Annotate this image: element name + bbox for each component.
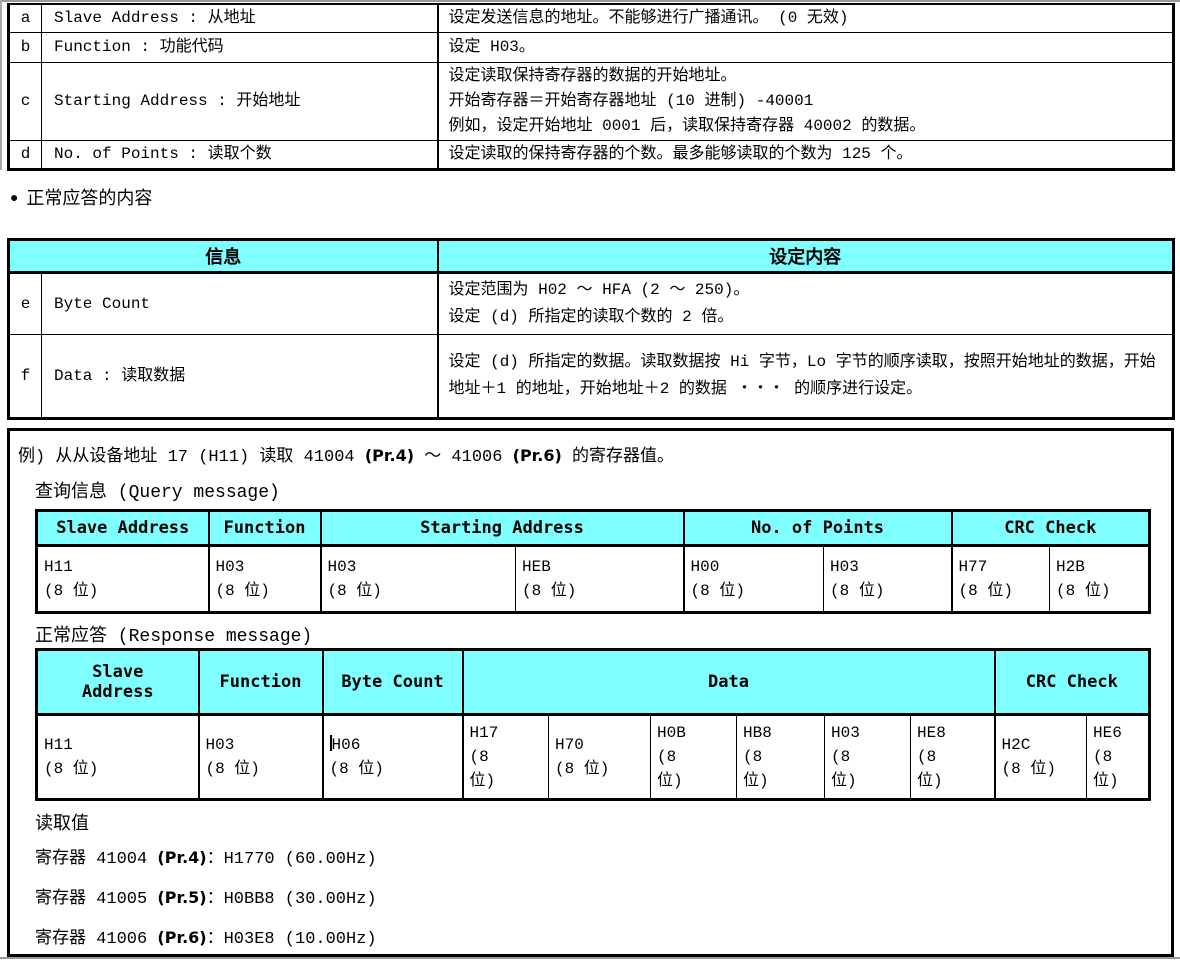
field-description: 设定发送信息的地址。不能够进行广播通讯。 (0 无效) [438,4,1174,33]
header-data: Data [463,650,995,715]
byte-cell: HE6(8 位) [1087,715,1150,800]
header-info: 信息 [9,240,438,273]
table-row: a Slave Address : 从地址 设定发送信息的地址。不能够进行广播通… [9,4,1174,33]
read-values-label: 读取值 [35,809,89,835]
field-label: No. of Points : 读取个数 [42,141,438,170]
parameter-ref: (Pr.6) [513,446,562,465]
byte-cell: HB8(8 位) [737,715,825,800]
table-header-row: 信息 设定内容 [9,240,1174,273]
field-label: Slave Address : 从地址 [42,4,438,33]
row-key: f [9,335,42,419]
table-header-row: Slave Address Function Starting Address … [37,511,1150,546]
row-key: b [9,33,42,63]
field-label: Starting Address : 开始地址 [42,63,438,141]
byte-cell: H0B(8 位) [651,715,737,800]
page-edge-top [0,0,1180,2]
example-title: 例) 从从设备地址 17 (H11) 读取 41004 (Pr.4) ～ 410… [18,441,674,467]
read-value-line: 寄存器 41005 (Pr.5)：H0BB8 (30.00Hz) [35,883,377,909]
byte-cell: H2B(8 位) [1050,546,1150,613]
read-value-line: 寄存器 41006 (Pr.6)：H03E8 (10.00Hz) [35,923,377,949]
header-setting-content: 设定内容 [438,240,1174,273]
field-description: 设定 H03。 [438,33,1174,63]
header-crc-check: CRC Check [952,511,1150,546]
bullet-icon: ● [10,191,18,207]
table-row: b Function : 功能代码 设定 H03。 [9,33,1174,63]
table-data-row: H11(8 位) H03(8 位) H03(8 位) HEB(8 位) H00(… [37,546,1150,613]
section-bullet-note: ● 正常应答的内容 [10,184,152,210]
field-description: 设定读取保持寄存器的数据的开始地址。 开始寄存器＝开始寄存器地址 (10 进制)… [438,63,1174,141]
parameter-ref: (Pr.6) [157,928,206,947]
parameter-ref: (Pr.4) [157,848,206,867]
field-description: 设定读取的保持寄存器的个数。最多能够读取的个数为 125 个。 [438,141,1174,170]
byte-cell: H11(8 位) [37,546,209,613]
byte-cell: H77(8 位) [952,546,1050,613]
byte-cell: H11(8 位) [37,715,199,800]
byte-cell: H03(8 位) [824,546,952,613]
table-row: e Byte Count 设定范围为 H02 ～ HFA (2 ～ 250)。 … [9,273,1174,335]
table-row: f Data : 读取数据 设定 (d) 所指定的数据。读取数据按 Hi 字节，… [9,335,1174,419]
header-slave-address: Slave Address [37,650,199,715]
byte-cell: H03(8 位) [209,546,321,613]
field-label: Function : 功能代码 [42,33,438,63]
page-edge-bottom [0,957,1180,959]
example-section-box: 例) 从从设备地址 17 (H11) 读取 41004 (Pr.4) ～ 410… [7,428,1174,957]
byte-cell: H00(8 位) [684,546,824,613]
header-starting-address: Starting Address [321,511,684,546]
table-row: d No. of Points : 读取个数 设定读取的保持寄存器的个数。最多能… [9,141,1174,170]
table-row: c Starting Address : 开始地址 设定读取保持寄存器的数据的开… [9,63,1174,141]
field-label: Data : 读取数据 [42,335,438,419]
page-edge-left [0,0,2,170]
header-slave-address: Slave Address [37,511,209,546]
byte-cell: H06(8 位) [323,715,463,800]
bullet-text: 正常应答的内容 [26,190,152,210]
field-label: Byte Count [42,273,438,335]
byte-cell: H17(8 位) [463,715,549,800]
query-message-fields-table: a Slave Address : 从地址 设定发送信息的地址。不能够进行广播通… [7,3,1175,171]
row-key: d [9,141,42,170]
field-description: 设定 (d) 所指定的数据。读取数据按 Hi 字节，Lo 字节的顺序读取，按照开… [438,335,1174,419]
row-key: a [9,4,42,33]
response-message-table: Slave Address Function Byte Count Data C… [35,648,1151,801]
parameter-ref: (Pr.5) [157,888,206,907]
query-message-label: 查询信息 (Query message) [35,477,280,503]
header-byte-count: Byte Count [323,650,463,715]
byte-cell: H03(8 位) [199,715,323,800]
row-key: c [9,63,42,141]
byte-cell: HE8(8 位) [911,715,995,800]
response-message-label: 正常应答 (Response message) [35,621,312,647]
byte-cell: H70(8 位) [549,715,651,800]
row-key: e [9,273,42,335]
byte-cell: H03(8 位) [825,715,911,800]
header-no-of-points: No. of Points [684,511,952,546]
header-function: Function [209,511,321,546]
byte-cell: H2C(8 位) [995,715,1087,800]
header-function: Function [199,650,323,715]
parameter-ref: (Pr.4) [365,446,414,465]
response-content-table: 信息 设定内容 e Byte Count 设定范围为 H02 ～ HFA (2 … [7,238,1175,420]
table-header-row: Slave Address Function Byte Count Data C… [37,650,1150,715]
byte-cell: HEB(8 位) [516,546,684,613]
query-message-table: Slave Address Function Starting Address … [35,509,1151,614]
field-description: 设定范围为 H02 ～ HFA (2 ～ 250)。 设定 (d) 所指定的读取… [438,273,1174,335]
byte-cell: H03(8 位) [321,546,516,613]
header-crc-check: CRC Check [995,650,1150,715]
read-value-line: 寄存器 41004 (Pr.4)：H1770 (60.00Hz) [35,843,377,869]
table-data-row: H11(8 位) H03(8 位) H06(8 位) H17(8 位) H70(… [37,715,1150,800]
document-page: a Slave Address : 从地址 设定发送信息的地址。不能够进行广播通… [0,0,1180,963]
